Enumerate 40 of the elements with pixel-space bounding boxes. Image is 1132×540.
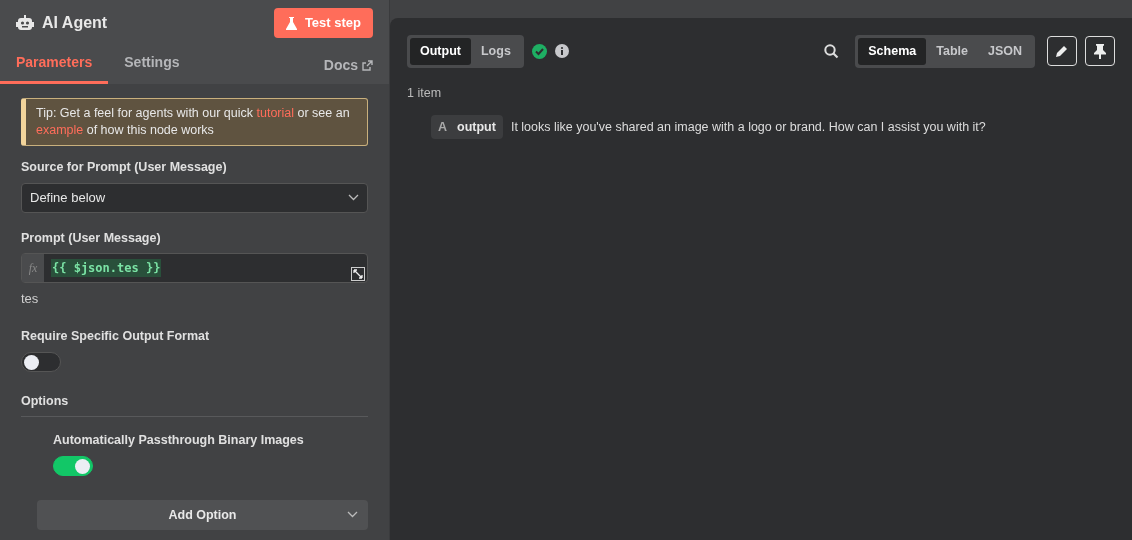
external-link-icon bbox=[362, 60, 373, 71]
field-label: Source for Prompt (User Message) bbox=[21, 158, 228, 176]
robot-icon bbox=[16, 15, 34, 31]
pencil-icon bbox=[1055, 44, 1069, 59]
tip-message: Tip: Get a feel for agents with our quick tutorial or see an example of how this node works bbox=[21, 98, 368, 146]
function-label: fx bbox=[22, 254, 44, 283]
toggle-switch[interactable] bbox=[53, 455, 93, 476]
schema-key: A output bbox=[431, 114, 503, 140]
search-icon[interactable] bbox=[824, 43, 840, 59]
chevron-down-icon bbox=[347, 511, 358, 518]
source-select[interactable]: Define below bbox=[21, 182, 368, 213]
segment-tab[interactable]: Output bbox=[410, 38, 471, 65]
tab[interactable]: Parameters bbox=[0, 46, 109, 84]
edit-button[interactable] bbox=[1047, 36, 1077, 67]
toggle-switch[interactable] bbox=[21, 351, 61, 372]
prompt-expression-field[interactable]: fx {{ $json.tes }} bbox=[21, 253, 368, 284]
field-label: Require Specific Output Format bbox=[21, 327, 211, 345]
pin-icon bbox=[1094, 43, 1106, 59]
add-option-button[interactable]: Add Option bbox=[37, 500, 368, 530]
segment-tab[interactable]: Schema bbox=[858, 38, 927, 65]
chevron-down-icon bbox=[348, 194, 359, 201]
segment-tab[interactable]: Logs bbox=[470, 38, 521, 65]
segment-tab[interactable]: JSON bbox=[977, 38, 1032, 65]
field-label: Prompt (User Message) bbox=[21, 229, 162, 247]
test-step-button[interactable]: Test step bbox=[273, 8, 373, 38]
expand-icon bbox=[351, 267, 365, 282]
pin-button[interactable] bbox=[1085, 36, 1115, 67]
tab[interactable]: Settings bbox=[108, 46, 196, 84]
item-count: 1 item bbox=[407, 84, 442, 102]
node-title: AI Agent bbox=[42, 13, 108, 33]
docs-link[interactable]: Docs bbox=[323, 55, 373, 84]
schema-value: It looks like you've shared an image with a logo or brand. How can I assist you with it? bbox=[510, 118, 986, 136]
info-icon bbox=[554, 44, 569, 59]
flask-icon bbox=[285, 16, 297, 30]
section-heading: Options bbox=[21, 392, 368, 417]
segment-tab[interactable]: Table bbox=[926, 38, 978, 65]
tip-link[interactable]: example bbox=[36, 122, 84, 137]
expression-preview: tes bbox=[21, 290, 40, 309]
tip-link[interactable]: tutorial bbox=[256, 106, 294, 120]
option-label: Automatically Passthrough Binary Images bbox=[53, 431, 305, 449]
